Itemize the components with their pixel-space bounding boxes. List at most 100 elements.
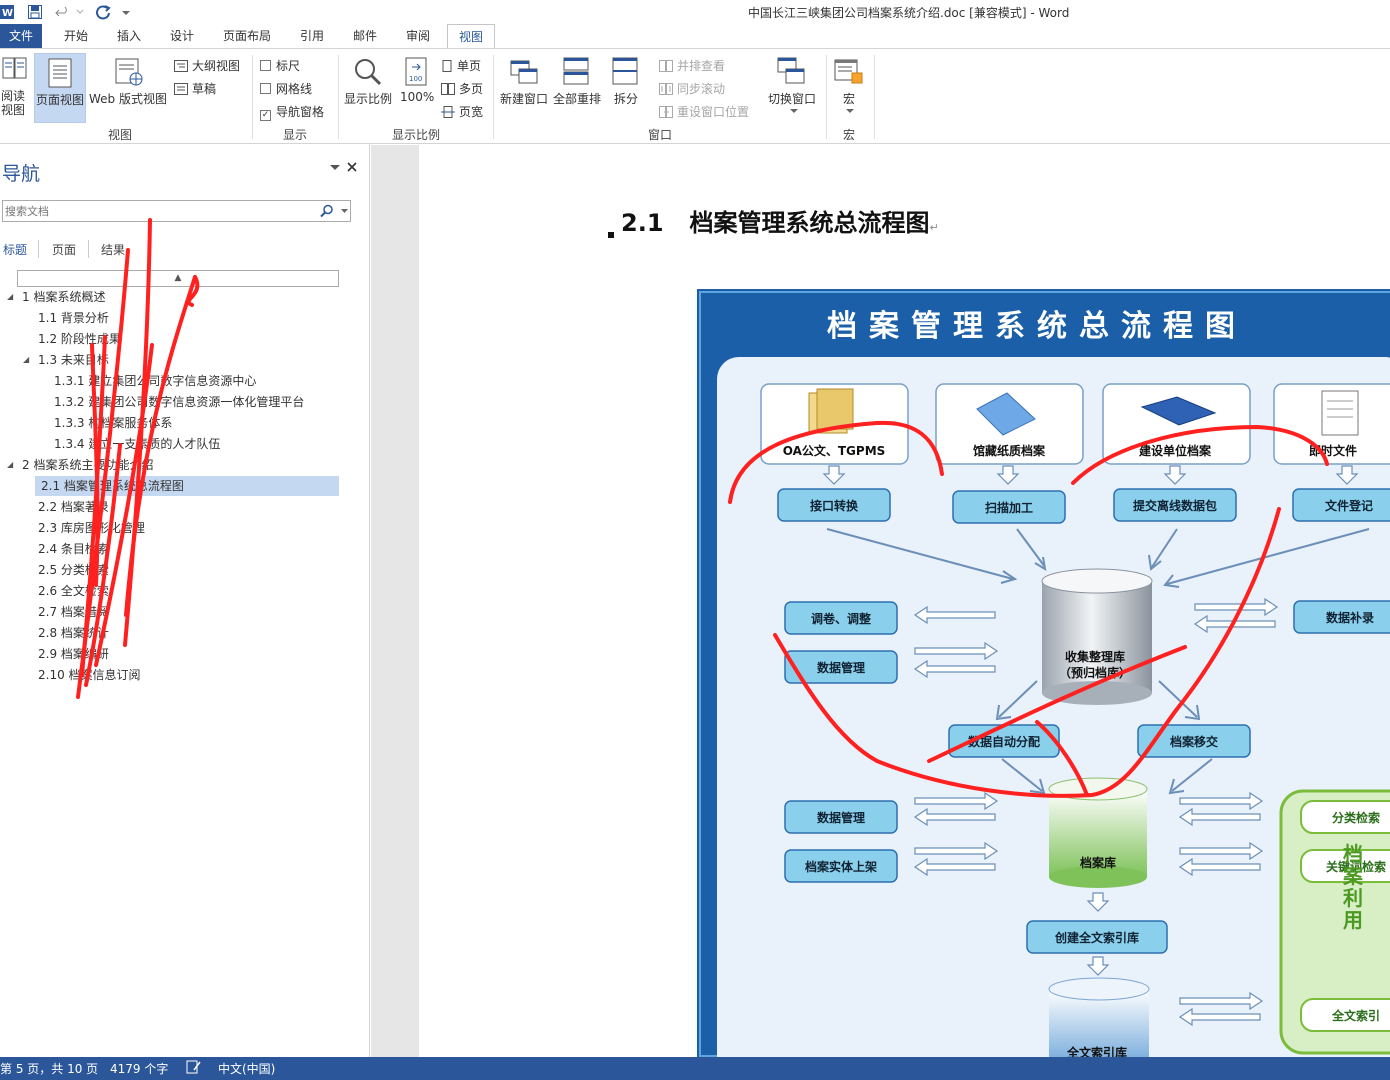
- scroll-up-button[interactable]: ▲: [17, 270, 339, 287]
- nav-pane-options-icon[interactable]: [330, 164, 340, 172]
- arrange-all-button[interactable]: 全部重排: [553, 53, 605, 123]
- window-title: 中国长江三峡集团公司档案系统介绍.doc [兼容模式] - Word: [748, 6, 1070, 20]
- macros-icon: [834, 59, 863, 84]
- macros-button[interactable]: 宏: [832, 53, 868, 123]
- source-label: 馆藏纸质档案: [973, 443, 1046, 458]
- nav-search-box[interactable]: [2, 200, 351, 222]
- page-count[interactable]: 第 5 页，共 10 页: [0, 1060, 98, 1077]
- new-window-label: 新建窗口: [500, 92, 549, 106]
- nav-heading-label: 2 档案系统主要功能介绍: [22, 458, 154, 472]
- page-width-label: 页宽: [459, 105, 484, 119]
- index-db-label: 全文索引库: [1066, 1045, 1127, 1057]
- tab-results[interactable]: 结果: [101, 241, 125, 258]
- draft-button[interactable]: 草稿: [174, 80, 216, 97]
- archive-flowchart-image: 档案管理系统总流程图 OA公文、TGPMS 馆藏纸质档案 建设单位档案 即时文件…: [697, 289, 1390, 1057]
- close-icon[interactable]: [347, 162, 357, 172]
- language-indicator[interactable]: 中文(中国): [218, 1060, 275, 1077]
- multi-page-button[interactable]: 多页: [441, 80, 483, 97]
- status-bar: 第 5 页，共 10 页 4179 个字 中文(中国): [0, 1057, 1390, 1080]
- one-page-label: 单页: [457, 59, 482, 73]
- word-count[interactable]: 4179 个字: [110, 1060, 168, 1077]
- multi-page-label: 多页: [459, 82, 484, 96]
- zoom-group-label: 显示比例: [391, 128, 440, 142]
- nav-heading-item[interactable]: 2.1 档案管理系统总流程图: [35, 476, 339, 496]
- tab-pages[interactable]: 页面: [52, 241, 76, 258]
- nav-heading-label: 2.7 档案借阅: [38, 605, 109, 619]
- side-by-side-button[interactable]: 并排查看: [659, 57, 725, 74]
- group-separator: [252, 55, 253, 139]
- ruler-checkbox[interactable]: 标尺: [260, 57, 300, 74]
- show-group-label: 显示: [282, 128, 307, 142]
- tab-mailings[interactable]: 邮件: [341, 24, 389, 49]
- gridlines-checkbox[interactable]: 网格线: [260, 80, 312, 97]
- tab-home[interactable]: 开始: [52, 24, 100, 49]
- view-group-label: 视图: [107, 128, 132, 142]
- search-input[interactable]: [3, 201, 303, 221]
- redo-icon[interactable]: [94, 2, 112, 22]
- print-layout-button[interactable]: 页面视图: [34, 53, 86, 123]
- undo-icon[interactable]: [54, 2, 84, 22]
- section-title: 档案管理系统总流程图: [689, 209, 930, 237]
- read-mode-label: 阅读 视图: [1, 89, 26, 117]
- tab-layout[interactable]: 页面布局: [213, 24, 281, 49]
- one-page-button[interactable]: 单页: [441, 57, 481, 74]
- use-panel-title-char: 案: [1342, 864, 1364, 888]
- step-label: 接口转换: [810, 498, 859, 513]
- zoom-magnifier-icon: [355, 59, 382, 86]
- search-dropdown-icon[interactable]: [341, 209, 348, 214]
- proofing-icon[interactable]: [186, 1060, 202, 1077]
- web-layout-button[interactable]: Web 版式视图: [88, 53, 170, 123]
- svg-text:W: W: [2, 8, 13, 19]
- nav-pane-checkbox[interactable]: ✓ 导航窗格: [260, 103, 324, 121]
- use-item-label: 全文索引: [1331, 1008, 1380, 1023]
- tab-review[interactable]: 审阅: [394, 24, 442, 49]
- zoom-button[interactable]: 显示比例: [343, 53, 395, 123]
- use-panel-title: 档案利用: [1342, 842, 1364, 932]
- document-area[interactable]: 2.1 档案管理系统总流程图↵ 档案管理系统总流程图 OA公文、TGPMS 馆藏…: [371, 145, 1390, 1057]
- zoom-100-button[interactable]: 100 100%: [398, 53, 436, 123]
- nav-heading-label: 1.3 未来目标: [38, 353, 109, 367]
- reset-window-position-button[interactable]: 重设窗口位置: [659, 103, 749, 120]
- nav-heading-label: 2.2 档案著录: [38, 500, 109, 514]
- collapse-triangle-icon[interactable]: ◢: [7, 455, 13, 475]
- tab-file[interactable]: 文件: [0, 24, 42, 49]
- split-button[interactable]: 拆分: [610, 53, 644, 123]
- tab-insert[interactable]: 插入: [105, 24, 153, 49]
- nav-heading-label: 1.3.2 建集团公司数字信息资源一体化管理平台: [54, 395, 305, 409]
- tab-view[interactable]: 视图: [447, 24, 495, 49]
- archive-use-panel: 分类检索 关键词检索 全文索引 档案利用: [1279, 789, 1390, 1055]
- nav-pane-title: 导航: [2, 163, 41, 185]
- title-bar: W 中国长江三峡集团公司档案系统介绍.doc [兼容模式] - Word: [0, 0, 1390, 24]
- new-window-button[interactable]: 新建窗口: [500, 53, 552, 123]
- tab-design[interactable]: 设计: [158, 24, 206, 49]
- save-icon[interactable]: [26, 2, 44, 22]
- step-label: 提交离线数据包: [1133, 498, 1217, 513]
- ribbon: 阅读 视图 页面视图 Web 版式视图 大纲视图 草稿 视图 标尺 网格线 ✓ 导…: [0, 48, 1390, 144]
- ruler-label: 标尺: [276, 59, 301, 73]
- split-icon: [612, 57, 638, 85]
- collapse-triangle-icon[interactable]: ◢: [7, 287, 13, 307]
- nav-pane-check-box[interactable]: ✓: [260, 110, 271, 121]
- switch-window-dropdown-icon: [790, 109, 798, 113]
- ruler-check-box[interactable]: [260, 60, 271, 71]
- tab-headings[interactable]: 标题: [3, 241, 27, 258]
- zoom-100-label: 100%: [400, 90, 435, 104]
- print-layout-icon: [48, 58, 72, 88]
- gridlines-check-box[interactable]: [260, 83, 271, 94]
- document-page[interactable]: 2.1 档案管理系统总流程图↵ 档案管理系统总流程图 OA公文、TGPMS 馆藏…: [419, 145, 1390, 1057]
- op-label: 档案实体上架: [805, 859, 877, 874]
- switch-window-button[interactable]: 切换窗口: [764, 53, 822, 123]
- read-mode-button[interactable]: [0, 55, 30, 84]
- sync-scroll-button[interactable]: 同步滚动: [659, 80, 725, 97]
- collapse-triangle-icon[interactable]: ◢: [23, 350, 29, 370]
- window-group-label: 窗口: [647, 128, 672, 142]
- page-width-button[interactable]: 页宽: [441, 103, 483, 120]
- macros-label: 宏: [843, 92, 856, 106]
- zoom-label: 显示比例: [344, 92, 393, 106]
- tab-references[interactable]: 引用: [288, 24, 336, 49]
- customize-quick-access-icon[interactable]: [120, 2, 132, 22]
- section-heading: 2.1 档案管理系统总流程图↵: [621, 209, 939, 237]
- outline-button[interactable]: 大纲视图: [174, 57, 240, 74]
- nav-pane-label: 导航窗格: [276, 105, 325, 119]
- search-icon[interactable]: [320, 204, 334, 218]
